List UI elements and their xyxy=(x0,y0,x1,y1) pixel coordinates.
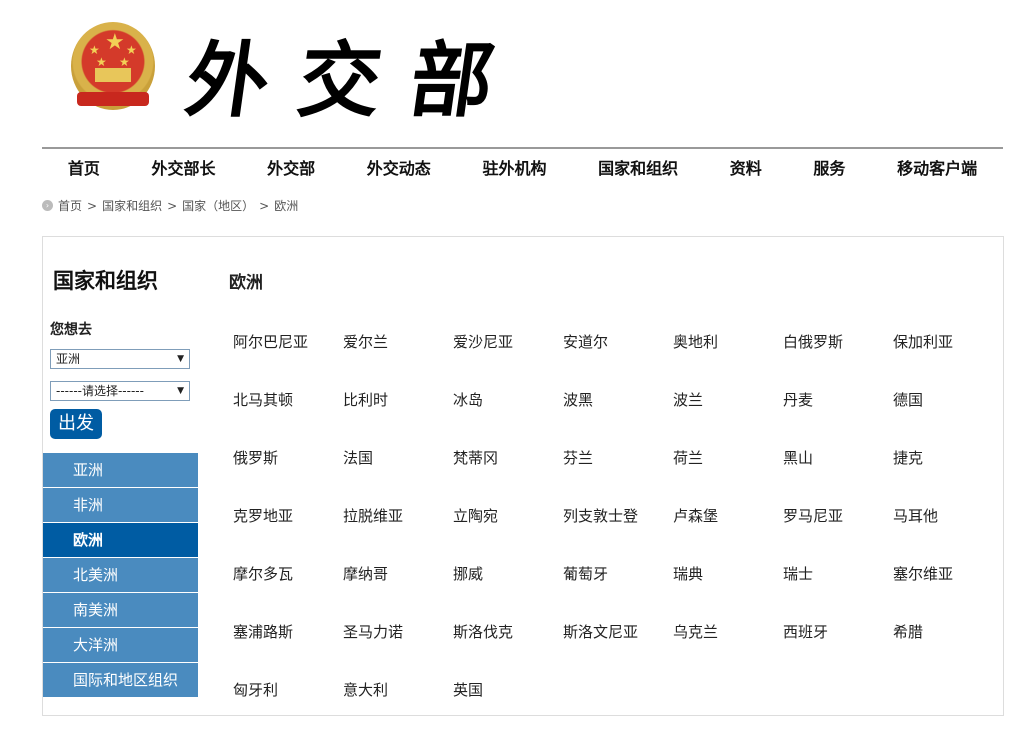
region-item[interactable]: 欧洲 xyxy=(43,523,198,557)
site-logo[interactable]: 外交部 xyxy=(180,14,533,133)
nav-item[interactable]: 外交动态 xyxy=(367,155,431,179)
country-link[interactable]: 斯洛文尼亚 xyxy=(563,621,673,679)
where-label: 您想去 xyxy=(50,322,92,338)
country-link[interactable]: 摩纳哥 xyxy=(343,563,453,621)
country-link[interactable]: 圣马力诺 xyxy=(343,621,453,679)
country-link[interactable]: 波黑 xyxy=(563,389,673,447)
country-link[interactable]: 马耳他 xyxy=(893,505,1003,563)
national-emblem: ★ ★ ★ ★ ★ xyxy=(71,22,155,110)
country-link[interactable]: 瑞士 xyxy=(783,563,893,621)
country-link[interactable]: 挪威 xyxy=(453,563,563,621)
region-item[interactable]: 国际和地区组织 xyxy=(43,663,198,697)
country-link[interactable]: 拉脱维亚 xyxy=(343,505,453,563)
country-link[interactable]: 阿尔巴尼亚 xyxy=(233,331,343,389)
nav-item[interactable]: 外交部长 xyxy=(151,155,215,179)
content-title: 欧洲 xyxy=(229,273,263,293)
country-link[interactable]: 瑞典 xyxy=(673,563,783,621)
country-link[interactable]: 罗马尼亚 xyxy=(783,505,893,563)
country-select-value: ------请选择------ xyxy=(56,384,144,398)
country-link[interactable]: 法国 xyxy=(343,447,453,505)
breadcrumb-item[interactable]: 国家和组织 xyxy=(102,197,162,214)
country-link[interactable]: 英国 xyxy=(453,679,563,737)
country-link[interactable]: 荷兰 xyxy=(673,447,783,505)
nav-item[interactable]: 驻外机构 xyxy=(482,155,546,179)
region-item[interactable]: 大洋洲 xyxy=(43,628,198,662)
country-link[interactable]: 梵蒂冈 xyxy=(453,447,563,505)
country-link[interactable]: 捷克 xyxy=(893,447,1003,505)
country-link[interactable]: 希腊 xyxy=(893,621,1003,679)
continent-select[interactable]: 亚洲 xyxy=(50,349,190,369)
country-link[interactable]: 爱沙尼亚 xyxy=(453,331,563,389)
region-item[interactable]: 亚洲 xyxy=(43,453,198,487)
country-grid: 阿尔巴尼亚 爱尔兰 爱沙尼亚 安道尔 奥地利 白俄罗斯 保加利亚北马其顿 比利时 冰岛 波黑 波兰丹… xyxy=(233,331,1003,737)
country-link[interactable]: 克罗地亚 xyxy=(233,505,343,563)
country-link[interactable]: 卢森堡 xyxy=(673,505,783,563)
nav-item[interactable]: 外交部 xyxy=(267,155,315,179)
country-link[interactable]: 匈牙利 xyxy=(233,679,343,737)
sidebar-title: 国家和组织 xyxy=(53,269,158,293)
breadcrumb: › 首页 > 国家和组织 > 国家（地区） > 欧洲 xyxy=(42,197,298,214)
country-link[interactable]: 塞尔维亚 xyxy=(893,563,1003,621)
country-link[interactable]: 波兰 xyxy=(673,389,783,447)
breadcrumb-icon: › xyxy=(42,200,53,211)
country-link[interactable]: 芬兰 xyxy=(563,447,673,505)
country-link[interactable]: 斯洛伐克 xyxy=(453,621,563,679)
breadcrumb-item[interactable]: 首页 xyxy=(58,197,82,214)
country-link[interactable]: 冰岛 xyxy=(453,389,563,447)
country-link[interactable]: 比利时 xyxy=(343,389,453,447)
breadcrumb-separator: > xyxy=(259,198,270,213)
country-link[interactable]: 摩尔多瓦 xyxy=(233,563,343,621)
nav-item[interactable]: 资料 xyxy=(730,155,762,179)
region-item[interactable]: 北美洲 xyxy=(43,558,198,592)
country-link[interactable]: 黑山 xyxy=(783,447,893,505)
country-link[interactable]: 意大利 xyxy=(343,679,453,737)
main-nav: 首页 外交部长 外交部 外交动态 驻外机构 国家和组织 资料 服务 移动客户端 xyxy=(42,149,1003,185)
breadcrumb-item[interactable]: 国家（地区） xyxy=(182,197,254,214)
region-list: 亚洲 非洲 欧洲 北美洲 南美洲 大洋洲 国际和地区组织 xyxy=(43,453,198,698)
go-button[interactable]: 出发 xyxy=(50,409,102,439)
country-link[interactable]: 西班牙 xyxy=(783,621,893,679)
country-link[interactable]: 立陶宛 xyxy=(453,505,563,563)
country-link[interactable]: 保加利亚 xyxy=(893,331,1003,389)
country-link[interactable]: 俄罗斯 xyxy=(233,447,343,505)
country-link[interactable]: 丹麦 xyxy=(783,389,893,447)
country-link[interactable]: 列支敦士登 xyxy=(563,505,673,563)
country-link[interactable]: 乌克兰 xyxy=(673,621,783,679)
breadcrumb-item[interactable]: 欧洲 xyxy=(274,197,298,214)
country-link[interactable]: 塞浦路斯 xyxy=(233,621,343,679)
continent-select-value: 亚洲 xyxy=(56,352,81,366)
nav-item[interactable]: 首页 xyxy=(68,155,100,179)
country-link[interactable]: 奥地利 xyxy=(673,331,783,389)
region-item[interactable]: 非洲 xyxy=(43,488,198,522)
country-link[interactable]: 安道尔 xyxy=(563,331,673,389)
nav-item[interactable]: 移动客户端 xyxy=(897,155,977,179)
country-link[interactable]: 葡萄牙 xyxy=(563,563,673,621)
country-link[interactable]: 北马其顿 xyxy=(233,389,343,447)
nav-item[interactable]: 服务 xyxy=(813,155,845,179)
country-select[interactable]: ------请选择------ xyxy=(50,381,190,401)
country-link[interactable]: 白俄罗斯 xyxy=(783,331,893,389)
country-link[interactable]: 德国 xyxy=(893,389,1003,447)
breadcrumb-separator: > xyxy=(167,198,178,213)
breadcrumb-separator: > xyxy=(87,198,98,213)
nav-item[interactable]: 国家和组织 xyxy=(598,155,678,179)
country-link[interactable]: 爱尔兰 xyxy=(343,331,453,389)
region-item[interactable]: 南美洲 xyxy=(43,593,198,627)
